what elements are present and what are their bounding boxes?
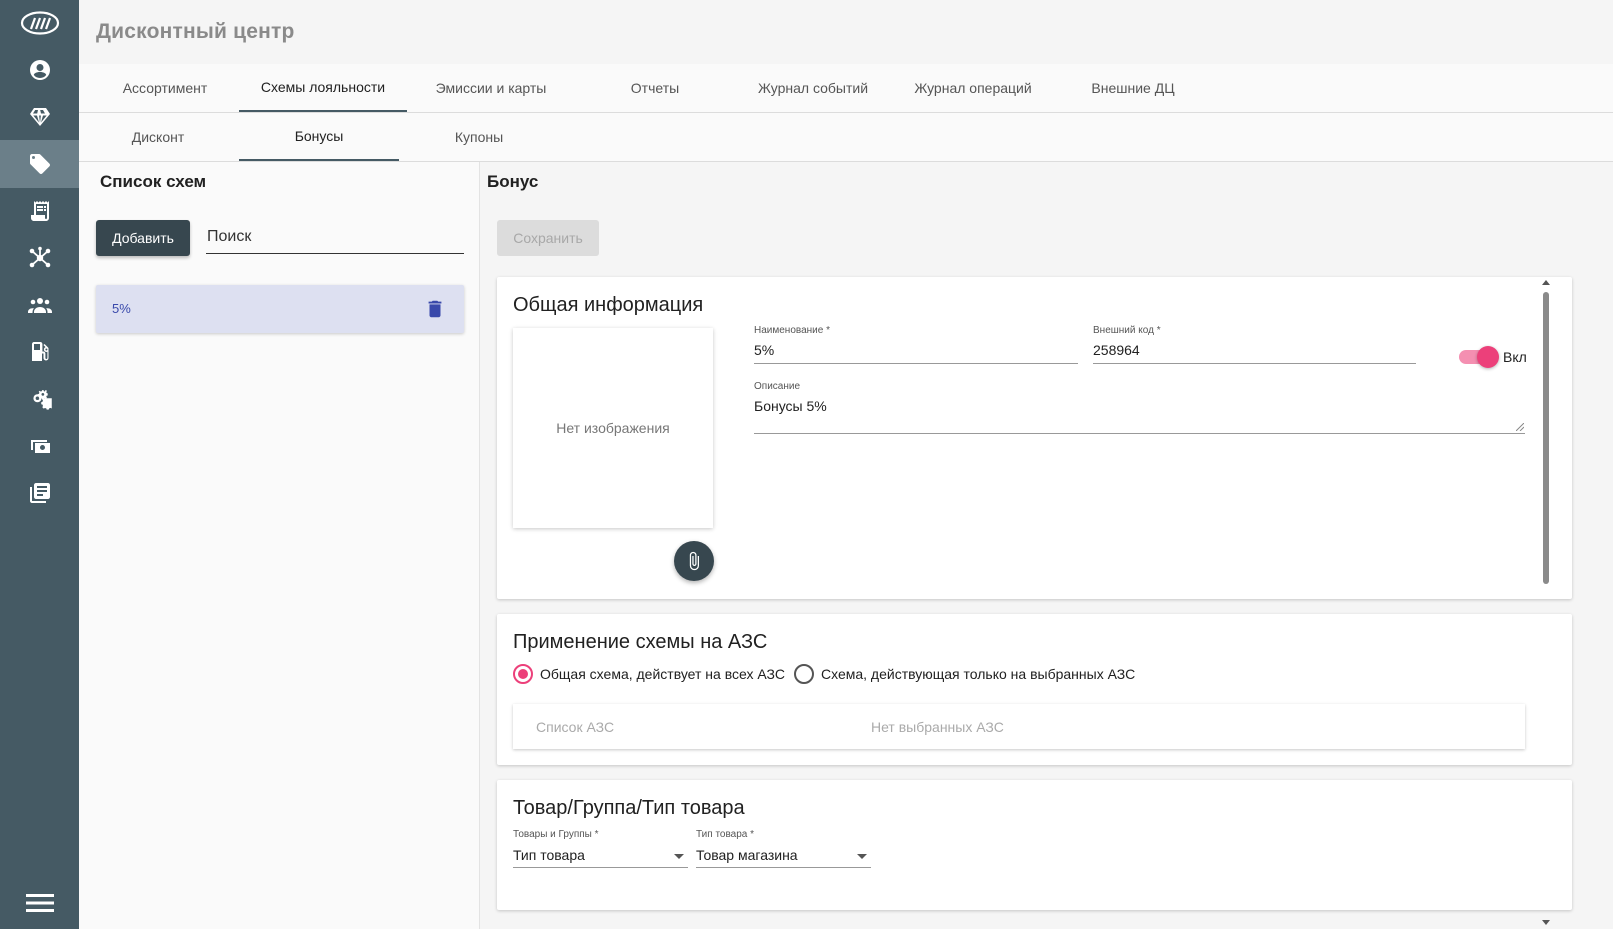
subtab-coupons[interactable]: Купоны [399, 113, 559, 161]
users-icon[interactable] [0, 281, 79, 329]
goods-select[interactable]: Тип товара [513, 844, 688, 868]
tab-reports[interactable]: Отчеты [575, 64, 735, 112]
scrollbar[interactable] [1540, 277, 1552, 929]
tab-loyalty-schemes[interactable]: Схемы лояльности [239, 64, 407, 112]
save-button[interactable]: Сохранить [497, 220, 599, 256]
trash-icon[interactable] [424, 298, 446, 320]
external-code-field[interactable]: 258964 [1093, 342, 1416, 364]
journal-icon[interactable] [0, 469, 79, 517]
azs-list-label: Список АЗС [536, 719, 615, 735]
list-item[interactable]: 5% [96, 285, 464, 333]
goods-card: Товар/Группа/Тип товара Товары и Группы … [497, 780, 1572, 910]
gears-icon[interactable] [0, 375, 79, 423]
goods-type-label: Тип товара * [696, 829, 755, 840]
scheme-list-panel: Список схем Добавить Поиск 5% [79, 162, 480, 929]
main-tabs: Ассортимент Схемы лояльности Эмиссии и к… [79, 64, 1613, 113]
goods-label: Товары и Группы * [513, 829, 599, 840]
tag-icon[interactable] [0, 140, 79, 188]
scheme-item-label: 5% [112, 301, 131, 316]
diamond-icon[interactable] [0, 93, 79, 141]
subtab-discount[interactable]: Дисконт [79, 113, 237, 161]
hub-icon[interactable] [0, 234, 79, 282]
cash-icon[interactable] [0, 422, 79, 470]
resize-handle-icon[interactable] [1516, 423, 1524, 431]
scroll-up-icon[interactable] [1542, 280, 1550, 285]
scheme-editor-panel: Бонус Сохранить Общая информация Нет изо… [481, 162, 1613, 929]
scrollbar-thumb[interactable] [1543, 292, 1549, 584]
chevron-down-icon [674, 854, 684, 859]
scroll-down-icon[interactable] [1542, 920, 1550, 925]
goods-title: Товар/Группа/Тип товара [513, 797, 745, 819]
editor-title: Бонус [487, 172, 539, 191]
receipt-icon[interactable] [0, 187, 79, 235]
chevron-down-icon [857, 854, 867, 859]
radio-selected-azs[interactable] [794, 664, 814, 684]
radio-all-azs-label[interactable]: Общая схема, действует на всех АЗС [540, 666, 785, 682]
add-button[interactable]: Добавить [96, 220, 190, 256]
azs-list-empty: Нет выбранных АЗС [871, 719, 1004, 735]
description-textarea[interactable]: Бонусы 5% [754, 398, 1525, 434]
enabled-toggle-knob[interactable] [1477, 346, 1499, 368]
radio-selected-azs-label[interactable]: Схема, действующая только на выбранных А… [821, 666, 1135, 682]
sub-tabs: Дисконт Бонусы Купоны [79, 113, 1613, 162]
tab-operation-log[interactable]: Журнал операций [891, 64, 1055, 112]
account-circle-icon[interactable] [0, 46, 79, 94]
azs-list-box[interactable]: Список АЗС Нет выбранных АЗС [513, 704, 1525, 749]
hamburger-icon[interactable] [0, 881, 79, 925]
scheme-list-title: Список схем [100, 172, 207, 191]
attach-button[interactable] [674, 541, 714, 581]
image-placeholder: Нет изображения [513, 328, 713, 528]
goods-select-value: Тип товара [513, 847, 585, 863]
paperclip-icon [689, 551, 699, 571]
general-info-card: Общая информация Нет изображения Наимено… [497, 277, 1572, 599]
external-code-label: Внешний код * [1093, 325, 1161, 336]
tab-emissions[interactable]: Эмиссии и карты [411, 64, 571, 112]
azs-card: Применение схемы на АЗС Общая схема, дей… [497, 614, 1572, 765]
general-info-title: Общая информация [513, 294, 704, 316]
logo-icon[interactable] [0, 4, 79, 42]
tab-event-log[interactable]: Журнал событий [731, 64, 895, 112]
name-field[interactable]: 5% [754, 342, 1078, 364]
azs-title: Применение схемы на АЗС [513, 631, 768, 653]
radio-all-azs[interactable] [513, 664, 533, 684]
tab-external-dc[interactable]: Внешние ДЦ [1051, 64, 1215, 112]
app-title: Дисконтный центр [96, 20, 295, 43]
sidebar [0, 0, 79, 929]
goods-type-select[interactable]: Товар магазина [696, 844, 871, 868]
description-label: Описание [754, 381, 801, 392]
enabled-toggle-label: Вкл [1503, 349, 1527, 365]
goods-type-select-value: Товар магазина [696, 847, 798, 863]
subtab-bonuses[interactable]: Бонусы [239, 113, 399, 161]
name-label: Наименование * [754, 325, 830, 336]
search-input[interactable]: Поиск [206, 220, 464, 254]
fuel-station-icon[interactable] [0, 328, 79, 376]
tab-assortment[interactable]: Ассортимент [95, 64, 235, 112]
